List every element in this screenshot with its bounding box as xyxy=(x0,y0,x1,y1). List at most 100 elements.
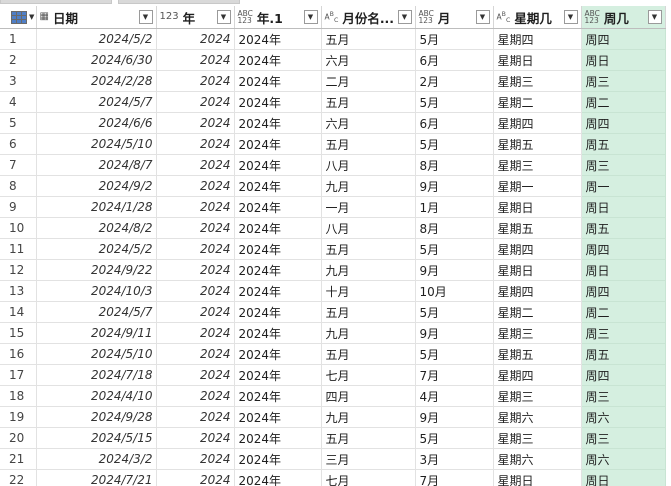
year-cell[interactable]: 2024 xyxy=(156,238,235,260)
date-cell[interactable]: 2024/7/18 xyxy=(36,364,157,386)
filter-dropdown-button[interactable]: ▼ xyxy=(397,10,412,24)
date-cell[interactable]: 2024/2/28 xyxy=(36,70,157,92)
year-cell[interactable]: 2024 xyxy=(156,322,235,344)
weekday-cell[interactable]: 星期日 xyxy=(493,259,582,281)
weekday-cell[interactable]: 星期三 xyxy=(493,154,582,176)
date-cell[interactable]: 2024/5/7 xyxy=(36,91,157,113)
column-header-year1[interactable]: ABC 123 年.1 ▼ xyxy=(234,6,322,29)
weekday-cell[interactable]: 星期四 xyxy=(493,364,582,386)
row-number-cell[interactable]: 15 xyxy=(0,322,37,344)
date-cell[interactable]: 2024/5/2 xyxy=(36,28,157,50)
row-number-cell[interactable]: 5 xyxy=(0,112,37,134)
weekday-cell[interactable]: 星期四 xyxy=(493,28,582,50)
weekday-cell[interactable]: 星期一 xyxy=(493,175,582,197)
table-corner-menu[interactable]: ▼ xyxy=(0,6,37,29)
year-cell[interactable]: 2024 xyxy=(156,427,235,449)
year-cell[interactable]: 2024 xyxy=(156,364,235,386)
row-number-cell[interactable]: 11 xyxy=(0,238,37,260)
row-number-cell[interactable]: 2 xyxy=(0,49,37,71)
week-cell[interactable]: 周日 xyxy=(581,259,666,281)
month-cell[interactable]: 5月 xyxy=(415,28,494,50)
month-name-cell[interactable]: 十月 xyxy=(321,280,416,302)
year1-cell[interactable]: 2024年 xyxy=(234,301,322,323)
month-name-cell[interactable]: 六月 xyxy=(321,49,416,71)
month-name-cell[interactable]: 九月 xyxy=(321,406,416,428)
month-name-cell[interactable]: 八月 xyxy=(321,217,416,239)
filter-dropdown-button[interactable]: ▼ xyxy=(563,10,578,24)
month-cell[interactable]: 10月 xyxy=(415,280,494,302)
year1-cell[interactable]: 2024年 xyxy=(234,154,322,176)
date-cell[interactable]: 2024/9/2 xyxy=(36,175,157,197)
row-number-cell[interactable]: 20 xyxy=(0,427,37,449)
month-name-cell[interactable]: 九月 xyxy=(321,259,416,281)
weekday-cell[interactable]: 星期四 xyxy=(493,112,582,134)
year-cell[interactable]: 2024 xyxy=(156,28,235,50)
column-header-month-name[interactable]: ABC 月份名... ▼ xyxy=(321,6,416,29)
row-number-cell[interactable]: 19 xyxy=(0,406,37,428)
year1-cell[interactable]: 2024年 xyxy=(234,322,322,344)
month-cell[interactable]: 5月 xyxy=(415,133,494,155)
year-cell[interactable]: 2024 xyxy=(156,91,235,113)
month-name-cell[interactable]: 五月 xyxy=(321,301,416,323)
year1-cell[interactable]: 2024年 xyxy=(234,427,322,449)
month-name-cell[interactable]: 五月 xyxy=(321,91,416,113)
row-number-cell[interactable]: 21 xyxy=(0,448,37,470)
year1-cell[interactable]: 2024年 xyxy=(234,28,322,50)
date-cell[interactable]: 2024/5/2 xyxy=(36,238,157,260)
date-cell[interactable]: 2024/9/22 xyxy=(36,259,157,281)
year1-cell[interactable]: 2024年 xyxy=(234,49,322,71)
week-cell[interactable]: 周五 xyxy=(581,133,666,155)
month-name-cell[interactable]: 五月 xyxy=(321,28,416,50)
year1-cell[interactable]: 2024年 xyxy=(234,448,322,470)
row-number-cell[interactable]: 4 xyxy=(0,91,37,113)
month-cell[interactable]: 6月 xyxy=(415,112,494,134)
week-cell[interactable]: 周六 xyxy=(581,406,666,428)
month-name-cell[interactable]: 七月 xyxy=(321,364,416,386)
date-cell[interactable]: 2024/9/11 xyxy=(36,322,157,344)
month-name-cell[interactable]: 六月 xyxy=(321,112,416,134)
year-cell[interactable]: 2024 xyxy=(156,385,235,407)
year-cell[interactable]: 2024 xyxy=(156,343,235,365)
year1-cell[interactable]: 2024年 xyxy=(234,196,322,218)
week-cell[interactable]: 周四 xyxy=(581,28,666,50)
filter-dropdown-button[interactable]: ▼ xyxy=(647,10,662,24)
month-cell[interactable]: 4月 xyxy=(415,385,494,407)
month-cell[interactable]: 2月 xyxy=(415,70,494,92)
column-header-week[interactable]: ABC 123 周几 ▼ xyxy=(581,6,666,29)
year-cell[interactable]: 2024 xyxy=(156,406,235,428)
column-header-year[interactable]: 123 年 ▼ xyxy=(156,6,235,29)
date-cell[interactable]: 2024/6/30 xyxy=(36,49,157,71)
weekday-cell[interactable]: 星期三 xyxy=(493,427,582,449)
week-cell[interactable]: 周三 xyxy=(581,427,666,449)
month-name-cell[interactable]: 五月 xyxy=(321,238,416,260)
month-cell[interactable]: 5月 xyxy=(415,427,494,449)
week-cell[interactable]: 周日 xyxy=(581,49,666,71)
date-cell[interactable]: 2024/4/10 xyxy=(36,385,157,407)
year1-cell[interactable]: 2024年 xyxy=(234,175,322,197)
month-cell[interactable]: 7月 xyxy=(415,469,494,486)
date-cell[interactable]: 2024/10/3 xyxy=(36,280,157,302)
row-number-cell[interactable]: 18 xyxy=(0,385,37,407)
month-cell[interactable]: 5月 xyxy=(415,301,494,323)
filter-dropdown-button[interactable]: ▼ xyxy=(138,10,153,24)
filter-dropdown-button[interactable]: ▼ xyxy=(475,10,490,24)
weekday-cell[interactable]: 星期四 xyxy=(493,280,582,302)
row-number-cell[interactable]: 16 xyxy=(0,343,37,365)
weekday-cell[interactable]: 星期日 xyxy=(493,196,582,218)
filter-dropdown-button[interactable]: ▼ xyxy=(216,10,231,24)
year-cell[interactable]: 2024 xyxy=(156,280,235,302)
row-number-cell[interactable]: 6 xyxy=(0,133,37,155)
weekday-cell[interactable]: 星期二 xyxy=(493,91,582,113)
month-cell[interactable]: 9月 xyxy=(415,322,494,344)
month-cell[interactable]: 5月 xyxy=(415,238,494,260)
month-cell[interactable]: 7月 xyxy=(415,364,494,386)
weekday-cell[interactable]: 星期五 xyxy=(493,133,582,155)
year1-cell[interactable]: 2024年 xyxy=(234,469,322,486)
weekday-cell[interactable]: 星期三 xyxy=(493,322,582,344)
week-cell[interactable]: 周日 xyxy=(581,196,666,218)
month-cell[interactable]: 9月 xyxy=(415,406,494,428)
month-cell[interactable]: 9月 xyxy=(415,175,494,197)
month-name-cell[interactable]: 七月 xyxy=(321,469,416,486)
date-cell[interactable]: 2024/5/10 xyxy=(36,133,157,155)
year1-cell[interactable]: 2024年 xyxy=(234,259,322,281)
